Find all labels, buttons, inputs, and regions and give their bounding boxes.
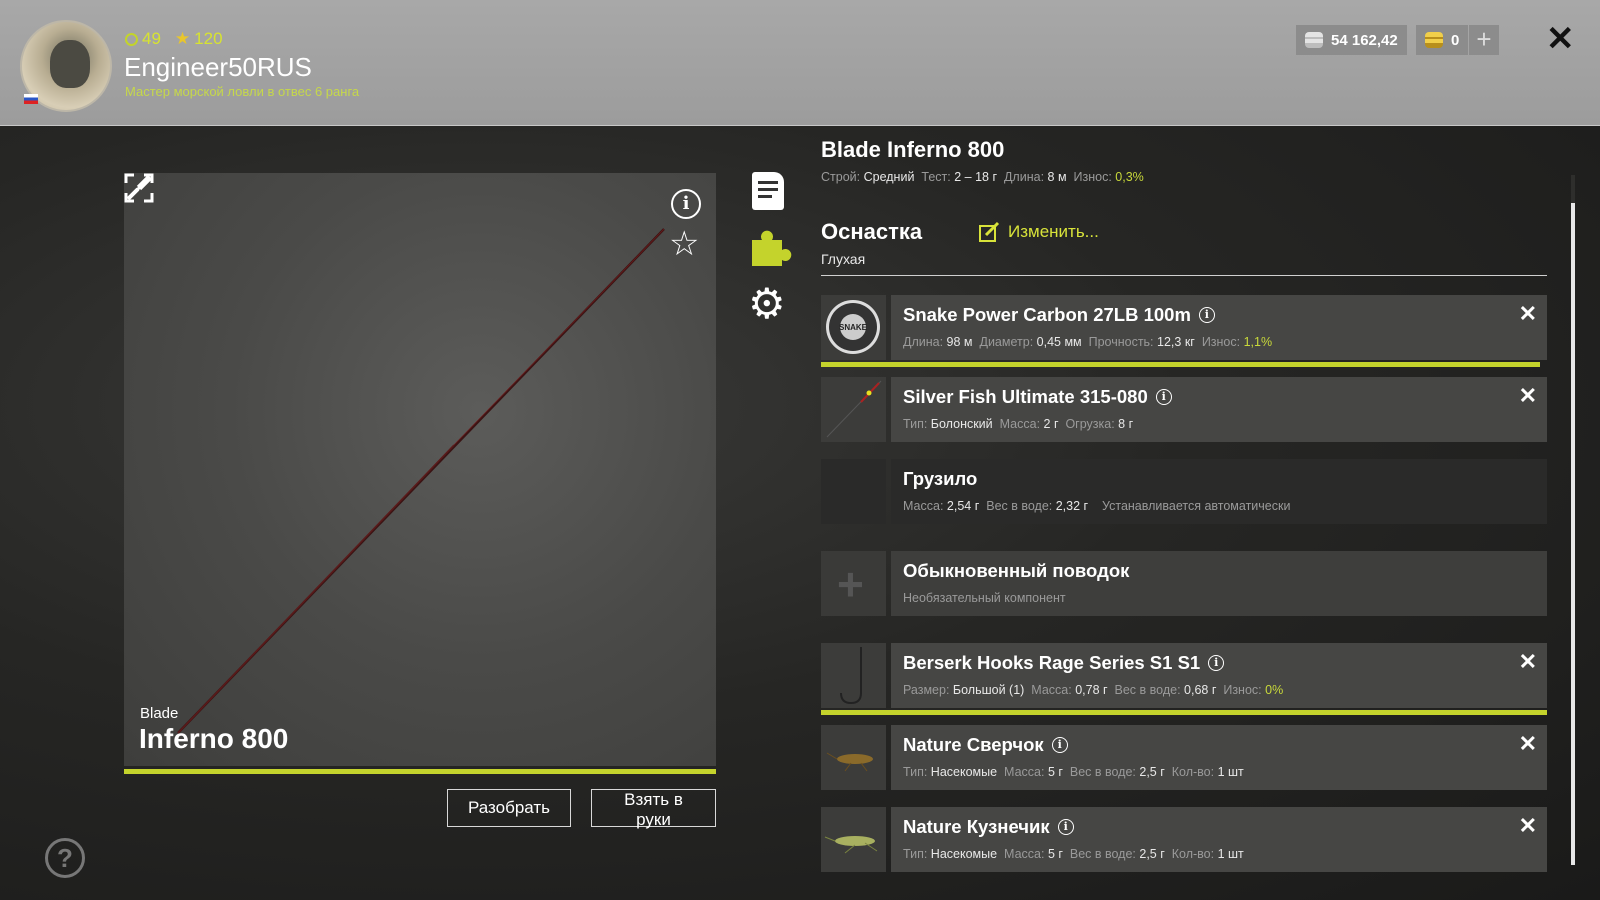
item-stats: Строй: Средний Тест: 2 – 18 г Длина: 8 м… xyxy=(821,170,1144,184)
component-row-grasshopper[interactable]: Nature Кузнечик i Тип: Насекомые Масса: 5 … xyxy=(821,807,1547,872)
tab-settings-gear-icon[interactable]: ⚙ xyxy=(748,283,786,325)
gold-coins-icon xyxy=(1425,32,1443,48)
silver-balance: 54 162,42 xyxy=(1296,25,1407,55)
divider xyxy=(821,275,1547,276)
rod-model: Inferno 800 xyxy=(139,723,289,754)
component-row-float[interactable]: Silver Fish Ultimate 315-080 i Тип: Болонс… xyxy=(821,377,1547,442)
component-details: Масса: 2,54 г Вес в воде: 2,32 г Устанав… xyxy=(903,499,1291,513)
component-name: Berserk Hooks Rage Series S1 S1 i xyxy=(903,652,1225,674)
component-details: Тип: Болонский Масса: 2 г Огрузка: 8 г xyxy=(903,417,1134,431)
svg-text:SNAKE: SNAKE xyxy=(839,323,868,332)
silver-value: 54 162,42 xyxy=(1331,31,1398,49)
remove-component-close-icon[interactable]: ✕ xyxy=(1519,733,1537,755)
edit-pencil-icon xyxy=(979,221,1000,242)
info-icon[interactable]: i xyxy=(1198,307,1215,323)
component-row-leader[interactable]: + Обыкновенный поводок Необязательный комп… xyxy=(821,551,1547,616)
component-row-line[interactable]: SNAKE Snake Power Carbon 27LB 100m i Длина:… xyxy=(821,295,1547,367)
edit-label: Изменить... xyxy=(1008,222,1099,241)
sinker-thumbnail xyxy=(821,459,886,524)
component-condition-bar xyxy=(821,362,1540,367)
rod-image xyxy=(177,228,665,734)
component-name: Грузило xyxy=(903,468,978,489)
component-info: Snake Power Carbon 27LB 100m i Длина: 98 м… xyxy=(891,295,1547,360)
info-icon[interactable]: i xyxy=(1051,737,1068,753)
remove-component-close-icon[interactable]: ✕ xyxy=(1519,651,1537,673)
line-thumbnail: SNAKE xyxy=(821,295,886,360)
rod-brand: Blade xyxy=(140,705,179,722)
component-details: Тип: Насекомые Масса: 5 г Вес в воде: 2,… xyxy=(903,765,1244,779)
grasshopper-thumbnail xyxy=(821,807,886,872)
component-row-sinker[interactable]: Грузило Масса: 2,54 г Вес в воде: 2,32 г … xyxy=(821,459,1547,524)
edit-rig-button[interactable]: Изменить... xyxy=(978,221,1099,243)
rig-title: Оснастка xyxy=(821,219,923,244)
component-info: Silver Fish Ultimate 315-080 i Тип: Болонс… xyxy=(891,377,1547,442)
paint-brush-icon[interactable] xyxy=(124,173,154,203)
component-info: Nature Сверчок i Тип: Насекомые Масса: 5 г… xyxy=(891,725,1547,790)
cricket-thumbnail xyxy=(821,725,886,790)
component-details: Необязательный компонент xyxy=(903,591,1066,605)
profile-header: 49 ★ 120 Engineer50RUS Мастер морской лов… xyxy=(0,0,1600,126)
component-row-hook[interactable]: Berserk Hooks Rage Series S1 S1 i Размер: … xyxy=(821,643,1547,715)
help-icon[interactable]: ? xyxy=(45,838,85,878)
remove-component-close-icon[interactable]: ✕ xyxy=(1519,815,1537,837)
component-details: Длина: 98 м Диаметр: 0,45 мм Прочность: … xyxy=(903,335,1273,349)
star-icon: ★ xyxy=(174,29,191,48)
tab-rig-puzzle-icon[interactable] xyxy=(748,228,792,268)
leader-thumbnail: + xyxy=(821,551,886,616)
rod-condition-bar xyxy=(124,769,716,774)
tab-description-icon[interactable] xyxy=(752,172,784,210)
disassemble-button[interactable]: Разобрать xyxy=(447,789,571,827)
item-title: Blade Inferno 800 xyxy=(821,137,1005,162)
component-name: Snake Power Carbon 27LB 100m i xyxy=(903,304,1215,326)
component-condition-bar xyxy=(821,710,1547,715)
add-gold-button[interactable]: + xyxy=(1469,25,1499,55)
hook-thumbnail xyxy=(821,643,886,708)
level-icon xyxy=(125,33,138,47)
component-info: Обыкновенный поводок Необязательный компо… xyxy=(891,551,1547,616)
component-name: Nature Кузнечик i xyxy=(903,816,1074,838)
component-name: Nature Сверчок i xyxy=(903,734,1068,756)
level-stars: 49 ★ 120 xyxy=(125,29,223,49)
level-value: 49 xyxy=(142,29,161,48)
gold-value: 0 xyxy=(1451,31,1460,49)
info-icon[interactable]: i xyxy=(1057,819,1074,835)
rank-title: Мастер морской ловли в отвес 6 ранга xyxy=(125,84,360,99)
component-details: Размер: Большой (1) Масса: 0,78 г Вес в … xyxy=(903,683,1284,697)
component-info: Грузило Масса: 2,54 г Вес в воде: 2,32 г … xyxy=(891,459,1547,524)
favorite-star-icon[interactable]: ☆ xyxy=(669,227,699,261)
add-leader-plus-icon[interactable]: + xyxy=(837,561,864,607)
rod-preview: i ☆ Blade Inferno 800 xyxy=(124,173,716,766)
scrollbar[interactable] xyxy=(1571,175,1575,865)
component-name: Обыкновенный поводок xyxy=(903,560,1130,581)
component-row-cricket[interactable]: Nature Сверчок i Тип: Насекомые Масса: 5 г… xyxy=(821,725,1547,790)
country-flag-icon xyxy=(24,94,38,104)
component-info: Nature Кузнечик i Тип: Насекомые Масса: 5 … xyxy=(891,807,1547,872)
remove-component-close-icon[interactable]: ✕ xyxy=(1519,303,1537,325)
info-icon[interactable]: i xyxy=(1155,389,1172,405)
take-in-hands-button[interactable]: Взять в руки xyxy=(591,789,716,829)
component-info: Berserk Hooks Rage Series S1 S1 i Размер: … xyxy=(891,643,1547,708)
info-icon[interactable]: i xyxy=(671,189,701,219)
username: Engineer50RUS xyxy=(124,52,312,82)
close-button[interactable]: ✕ xyxy=(1546,22,1575,56)
silver-coins-icon xyxy=(1305,32,1323,48)
rig-type: Глухая xyxy=(821,251,866,267)
gold-balance: 0 xyxy=(1416,25,1469,55)
component-name: Silver Fish Ultimate 315-080 i xyxy=(903,386,1172,408)
stars-value: 120 xyxy=(194,29,223,48)
remove-component-close-icon[interactable]: ✕ xyxy=(1519,385,1537,407)
info-icon[interactable]: i xyxy=(1208,655,1225,671)
float-thumbnail xyxy=(821,377,886,442)
component-details: Тип: Насекомые Масса: 5 г Вес в воде: 2,… xyxy=(903,847,1244,861)
